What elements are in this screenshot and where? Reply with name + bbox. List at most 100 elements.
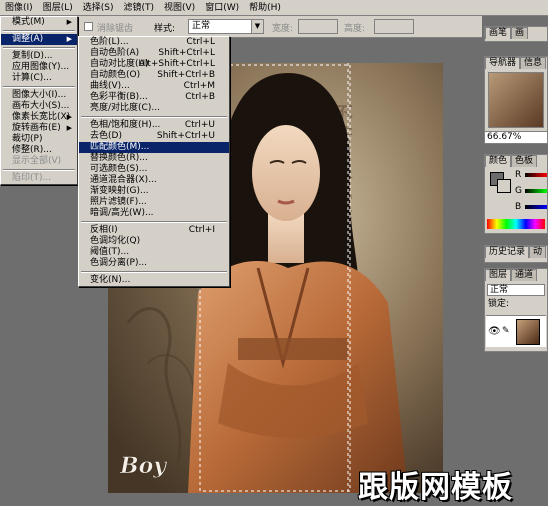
menu-item[interactable]: 色相/饱和度(H)... Ctrl+U — [79, 120, 229, 131]
width-label: 宽度: — [272, 24, 294, 34]
menu-6[interactable]: 帮助(H) — [244, 0, 286, 16]
menu-item-label: 通道混合器(X)... — [90, 175, 157, 185]
menu-item[interactable]: 图像大小(I)... — [1, 90, 77, 101]
menu-item-label: 变化(N)... — [90, 275, 131, 285]
blue-slider[interactable] — [525, 205, 547, 209]
image-menu: 模式(M) ▶ 调整(A) ▶ 复制(D)... 应用图像(Y)... 计算(C)... 图像… — [0, 16, 78, 185]
menu-4[interactable]: 视图(V) — [159, 0, 200, 16]
menu-item-label: 画布大小(S)... — [12, 101, 70, 111]
style-label: 样式: — [154, 24, 176, 34]
menu-item[interactable]: 反相(I) Ctrl+I — [79, 225, 229, 236]
tab-navigator[interactable]: 导航器 — [485, 57, 521, 69]
width-field[interactable] — [298, 19, 338, 34]
menu-item[interactable]: 去色(D) Shift+Ctrl+U — [79, 131, 229, 142]
menu-item-shortcut: Ctrl+L — [186, 37, 215, 47]
menu-item-label: 像素长宽比(X) — [12, 112, 71, 122]
menu-1[interactable]: 图层(L) — [38, 0, 78, 16]
height-field[interactable] — [374, 19, 414, 34]
style-value: 正常 — [192, 21, 211, 31]
tab-actions[interactable]: 动 — [529, 246, 547, 258]
eye-icon[interactable]: 👁 — [488, 326, 501, 337]
tab-extra[interactable]: 画 — [511, 27, 529, 39]
blend-mode-select[interactable]: 正常 — [487, 284, 545, 296]
menu-item[interactable]: 画布大小(S)... — [1, 101, 77, 112]
menu-item[interactable]: 修整(R)... — [1, 145, 77, 156]
menu-0[interactable]: 图像(I) — [0, 0, 38, 16]
menu-item[interactable]: 替换颜色(R)... — [79, 153, 229, 164]
menu-item-label: 可选颜色(S)... — [90, 164, 148, 174]
menu-item-label: 陷印(T)... — [12, 173, 52, 183]
layers-panel: 图层 通道 正常 锁定: 👁 ✎ — [484, 268, 548, 352]
tab-color[interactable]: 颜色 — [485, 155, 512, 167]
menu-bar: 图像(I) 图层(L) 选择(S) 滤镜(T) 视图(V) 窗口(W) 帮助(H) — [0, 0, 548, 16]
menu-item[interactable]: 渐变映射(G)... — [79, 186, 229, 197]
tab-history[interactable]: 历史记录 — [485, 246, 530, 258]
red-label: R — [515, 170, 522, 180]
menu-3[interactable]: 滤镜(T) — [118, 0, 159, 16]
green-slider[interactable] — [525, 189, 547, 193]
menu-item[interactable]: 色彩平衡(B)... Ctrl+B — [79, 92, 229, 103]
zoom-field[interactable]: 66.67% — [485, 131, 547, 143]
background-color-swatch[interactable] — [497, 179, 511, 193]
antialias-checkbox[interactable] — [84, 22, 93, 31]
lock-label: 锁定: — [488, 299, 510, 309]
brush-palette-well: 画笔 画 — [484, 26, 548, 42]
color-spectrum-bar[interactable] — [487, 219, 545, 229]
menu-item[interactable]: 自动色阶(A) Shift+Ctrl+L — [79, 48, 229, 59]
menu-item-label: 照片滤镜(F)... — [90, 197, 147, 207]
menu-item[interactable]: 亮度/对比度(C)... — [79, 103, 229, 114]
menu-item[interactable]: 像素长宽比(X) ▶ — [1, 112, 77, 123]
tab-channels[interactable]: 通道 — [511, 269, 538, 281]
menu-item[interactable]: 色调分离(P)... — [79, 258, 229, 269]
menu-item[interactable]: 裁切(P) — [1, 134, 77, 145]
tab-info[interactable]: 信息 — [520, 57, 547, 69]
navigator-thumbnail[interactable] — [488, 72, 544, 128]
layer-row[interactable]: 👁 ✎ — [486, 315, 546, 347]
submenu-arrow-icon: ▶ — [66, 35, 72, 43]
red-slider[interactable] — [525, 173, 547, 177]
tab-brushes[interactable]: 画笔 — [485, 27, 512, 39]
tab-swatches[interactable]: 色板 — [511, 155, 538, 167]
menu-item[interactable]: 暗调/高光(W)... — [79, 208, 229, 219]
green-label: G — [515, 186, 522, 196]
menu-item-label: 旋转画布(E) — [12, 123, 61, 133]
brush-icon: ✎ — [502, 326, 510, 336]
submenu-arrow-icon: ▶ — [66, 18, 72, 26]
chevron-down-icon: ▼ — [251, 20, 263, 33]
menu-item-label: 反相(I) — [90, 225, 118, 235]
menu-item-label: 色彩平衡(B)... — [90, 92, 148, 102]
menu-item-shortcut: Shift+Ctrl+U — [156, 131, 215, 141]
blend-mode-value: 正常 — [490, 285, 509, 295]
menu-item[interactable]: 色调均化(Q) — [79, 236, 229, 247]
menu-item-label: 暗调/高光(W)... — [90, 208, 154, 218]
menu-item[interactable]: 复制(D)... — [1, 51, 77, 62]
menu-item[interactable]: 自动颜色(O) Shift+Ctrl+B — [79, 70, 229, 81]
menu-item[interactable]: 自动对比度(U) Alt+Shift+Ctrl+L — [79, 59, 229, 70]
menu-item[interactable]: 旋转画布(E) ▶ — [1, 123, 77, 134]
menu-2[interactable]: 选择(S) — [78, 0, 119, 16]
menu-item[interactable]: 通道混合器(X)... — [79, 175, 229, 186]
menu-item[interactable]: 模式(M) ▶ — [1, 17, 77, 28]
menu-5[interactable]: 窗口(W) — [200, 0, 244, 16]
menu-item[interactable]: 可选颜色(S)... — [79, 164, 229, 175]
menu-item[interactable]: 阈值(T)... — [79, 247, 229, 258]
menu-item[interactable]: 色阶(L)... Ctrl+L — [79, 37, 229, 48]
zoom-value: 66.67% — [487, 132, 522, 142]
menu-item[interactable]: 计算(C)... — [1, 73, 77, 84]
menu-item-label: 替换颜色(R)... — [90, 153, 148, 163]
menu-item[interactable]: 应用图像(Y)... — [1, 62, 77, 73]
menu-item-label: 修整(R)... — [12, 145, 52, 155]
layer-thumbnail — [516, 319, 540, 345]
menu-item-label: 图像大小(I)... — [12, 90, 67, 100]
tab-layers[interactable]: 图层 — [485, 269, 512, 281]
menu-item-label: 渐变映射(G)... — [90, 186, 149, 196]
menu-item[interactable]: 变化(N)... — [79, 275, 229, 286]
menu-item[interactable]: 曲线(V)... Ctrl+M — [79, 81, 229, 92]
navigator-panel: 导航器 信息 66.67% — [484, 56, 548, 144]
menu-item-label: 裁切(P) — [12, 134, 43, 144]
menu-item-shortcut: Ctrl+B — [185, 92, 215, 102]
menu-item[interactable]: 匹配颜色(M)... — [79, 142, 229, 153]
style-select[interactable]: 正常 ▼ — [188, 19, 264, 34]
menu-item[interactable]: 调整(A) ▶ — [1, 34, 77, 45]
menu-item[interactable]: 照片滤镜(F)... — [79, 197, 229, 208]
